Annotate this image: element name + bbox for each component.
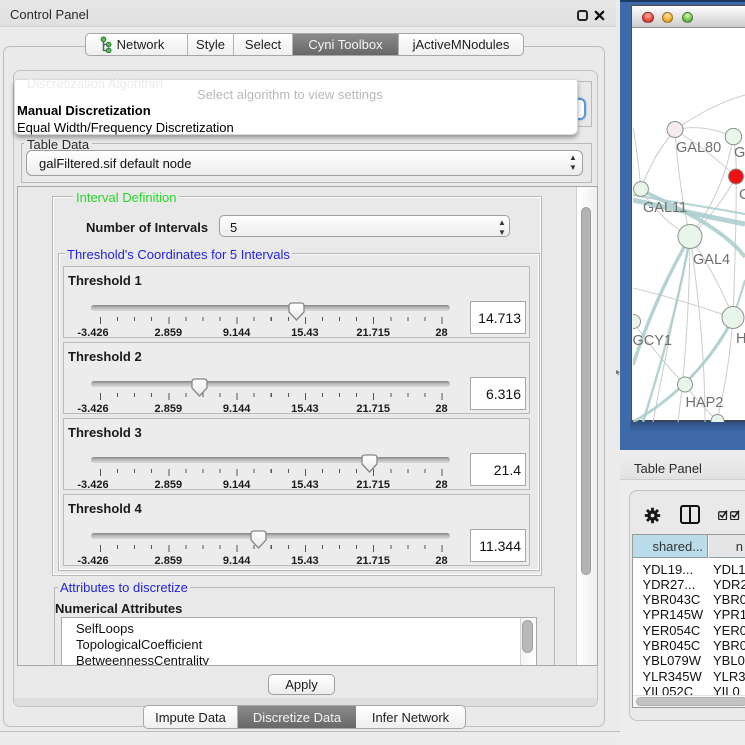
svg-text:HIS4: HIS4 <box>736 331 745 347</box>
svg-text:GAL2: GAL2 <box>734 145 745 161</box>
svg-text:GAL4: GAL4 <box>693 252 730 268</box>
svg-text:CYC: CYC <box>739 187 745 203</box>
svg-text:HAP2: HAP2 <box>686 395 724 411</box>
svg-text:GCY1: GCY1 <box>633 333 672 349</box>
svg-text:GAL80: GAL80 <box>676 140 721 156</box>
svg-text:GAL11: GAL11 <box>643 200 687 216</box>
